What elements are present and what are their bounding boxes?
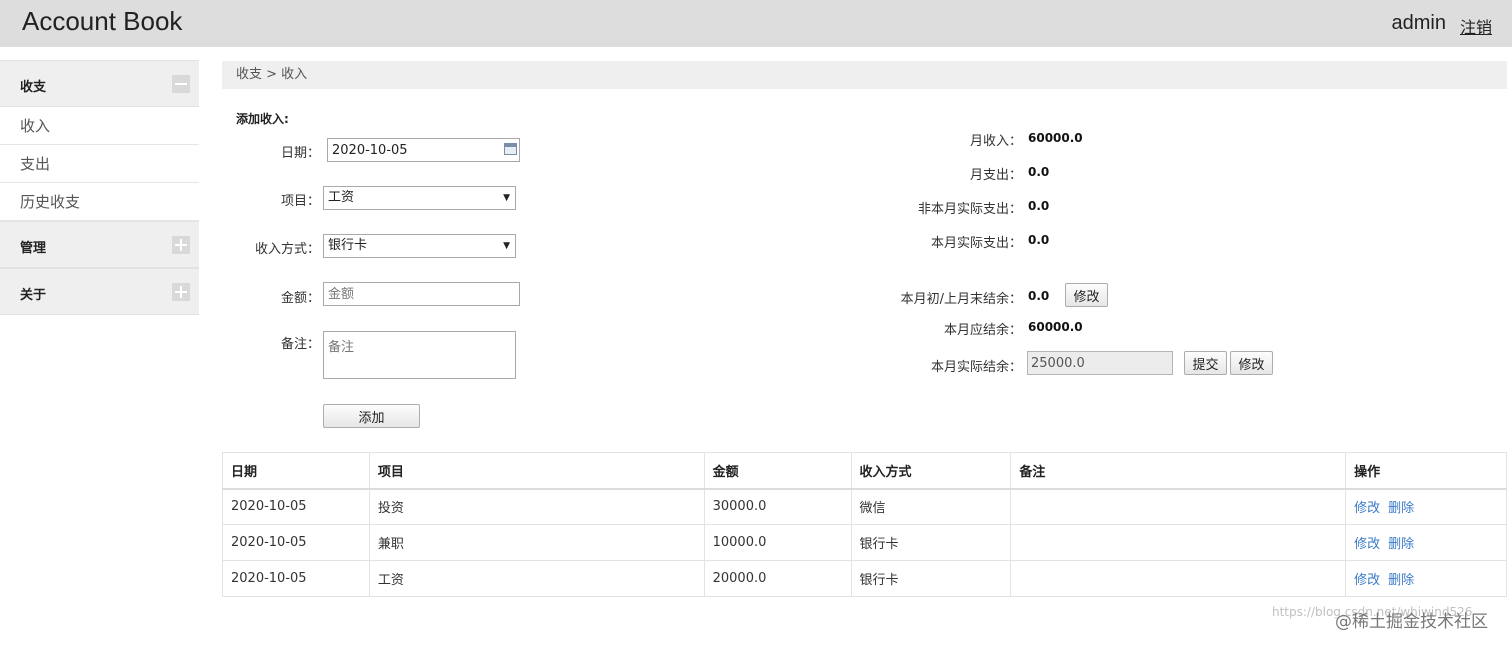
logout-link[interactable]: 注销 [1460, 14, 1492, 38]
cell-note [1010, 488, 1347, 525]
expected-balance-label: 本月应结余： [943, 323, 1022, 338]
cell-note [1010, 524, 1347, 561]
cell-note [1010, 560, 1347, 597]
dropdown-arrow-icon: ▼ [503, 241, 510, 251]
cell-method: 银行卡 [850, 560, 1012, 597]
expand-icon[interactable] [172, 236, 190, 254]
cell-item: 投资 [368, 488, 705, 525]
collapse-icon[interactable] [172, 75, 190, 93]
column-header-method: 收入方式 [850, 452, 1012, 490]
sidebar-group-about[interactable]: 关于 [0, 268, 199, 315]
breadcrumb: 收支 > 收入 [222, 61, 1507, 89]
app-title: Account Book [22, 6, 183, 36]
submit-button[interactable]: 提交 [1184, 351, 1227, 375]
cell-date: 2020-10-05 [222, 488, 370, 525]
username: admin [1391, 12, 1446, 34]
table-row: 2020-10-05 工资 20000.0 银行卡 修改 删除 [222, 560, 1507, 597]
expand-icon[interactable] [172, 283, 190, 301]
row-delete-link[interactable]: 删除 [1388, 537, 1414, 552]
note-label: 备注： [280, 337, 320, 352]
cell-amount: 30000.0 [703, 488, 852, 525]
balance-edit-button[interactable]: 修改 [1230, 351, 1273, 375]
month-actual-value: 0.0 [1028, 233, 1050, 247]
dropdown-arrow-icon: ▼ [503, 193, 510, 203]
cell-actions: 修改 删除 [1345, 488, 1507, 525]
date-label: 日期： [280, 146, 320, 161]
expected-balance-value: 60000.0 [1028, 320, 1083, 334]
row-delete-link[interactable]: 删除 [1388, 573, 1414, 588]
item-select-value: 工资 [328, 190, 355, 205]
non-month-actual-label: 非本月实际支出： [917, 202, 1022, 217]
method-label: 收入方式： [254, 242, 320, 257]
non-month-actual-value: 0.0 [1028, 199, 1050, 213]
sidebar-item-history[interactable]: 历史收支 [0, 183, 199, 221]
column-header-date: 日期 [222, 452, 370, 490]
method-select-value: 银行卡 [328, 238, 368, 253]
sidebar: 收支 收入 支出 历史收支 管理 关于 [0, 60, 199, 315]
cell-method: 微信 [850, 488, 1012, 525]
sidebar-group-title: 收支 [20, 80, 47, 95]
top-bar: Account Book admin 注销 [0, 0, 1512, 47]
calendar-icon[interactable] [504, 143, 517, 155]
column-header-amount: 金额 [703, 452, 852, 490]
item-label: 项目： [280, 194, 320, 209]
column-header-actions: 操作 [1345, 452, 1507, 490]
amount-input[interactable] [323, 282, 520, 306]
cell-item: 工资 [368, 560, 705, 597]
item-select[interactable]: 工资 ▼ [323, 186, 516, 210]
opening-balance-value: 0.0 [1028, 289, 1050, 303]
month-actual-label: 本月实际支出： [930, 236, 1022, 251]
month-income-label: 月收入： [969, 134, 1022, 149]
actual-balance-label: 本月实际结余： [930, 360, 1022, 375]
column-header-note: 备注 [1010, 452, 1347, 490]
month-expense-value: 0.0 [1028, 165, 1050, 179]
month-expense-label: 月支出： [969, 168, 1022, 183]
month-income-value: 60000.0 [1028, 131, 1083, 145]
row-delete-link[interactable]: 删除 [1388, 501, 1414, 516]
note-textarea[interactable] [323, 331, 516, 379]
cell-date: 2020-10-05 [222, 524, 370, 561]
row-edit-link[interactable]: 修改 [1354, 573, 1380, 588]
sidebar-group-finance[interactable]: 收支 [0, 60, 199, 107]
cell-date: 2020-10-05 [222, 560, 370, 597]
opening-balance-label: 本月初/上月末结余： [900, 292, 1022, 307]
sidebar-group-manage[interactable]: 管理 [0, 221, 199, 268]
sidebar-item-expense[interactable]: 支出 [0, 145, 199, 183]
cell-amount: 10000.0 [703, 524, 852, 561]
actual-balance-input[interactable] [1027, 351, 1173, 375]
opening-edit-button[interactable]: 修改 [1065, 283, 1108, 307]
row-edit-link[interactable]: 修改 [1354, 501, 1380, 516]
column-header-item: 项目 [368, 452, 705, 490]
row-edit-link[interactable]: 修改 [1354, 537, 1380, 552]
method-select[interactable]: 银行卡 ▼ [323, 234, 516, 258]
sidebar-group-title: 管理 [20, 241, 47, 256]
cell-item: 兼职 [368, 524, 705, 561]
table-header-row: 日期 项目 金额 收入方式 备注 操作 [222, 452, 1507, 490]
sidebar-item-income[interactable]: 收入 [0, 107, 199, 145]
cell-method: 银行卡 [850, 524, 1012, 561]
date-input[interactable] [327, 138, 520, 162]
income-table: 日期 项目 金额 收入方式 备注 操作 2020-10-05 投资 30000.… [222, 452, 1507, 597]
watermark-brand: @稀土掘金技术社区 [1335, 612, 1488, 632]
table-row: 2020-10-05 兼职 10000.0 银行卡 修改 删除 [222, 524, 1507, 561]
cell-amount: 20000.0 [703, 560, 852, 597]
cell-actions: 修改 删除 [1345, 560, 1507, 597]
cell-actions: 修改 删除 [1345, 524, 1507, 561]
form-title: 添加收入: [236, 112, 289, 126]
amount-label: 金额： [280, 291, 320, 306]
add-button[interactable]: 添加 [323, 404, 420, 428]
table-row: 2020-10-05 投资 30000.0 微信 修改 删除 [222, 488, 1507, 525]
sidebar-group-title: 关于 [20, 288, 47, 303]
